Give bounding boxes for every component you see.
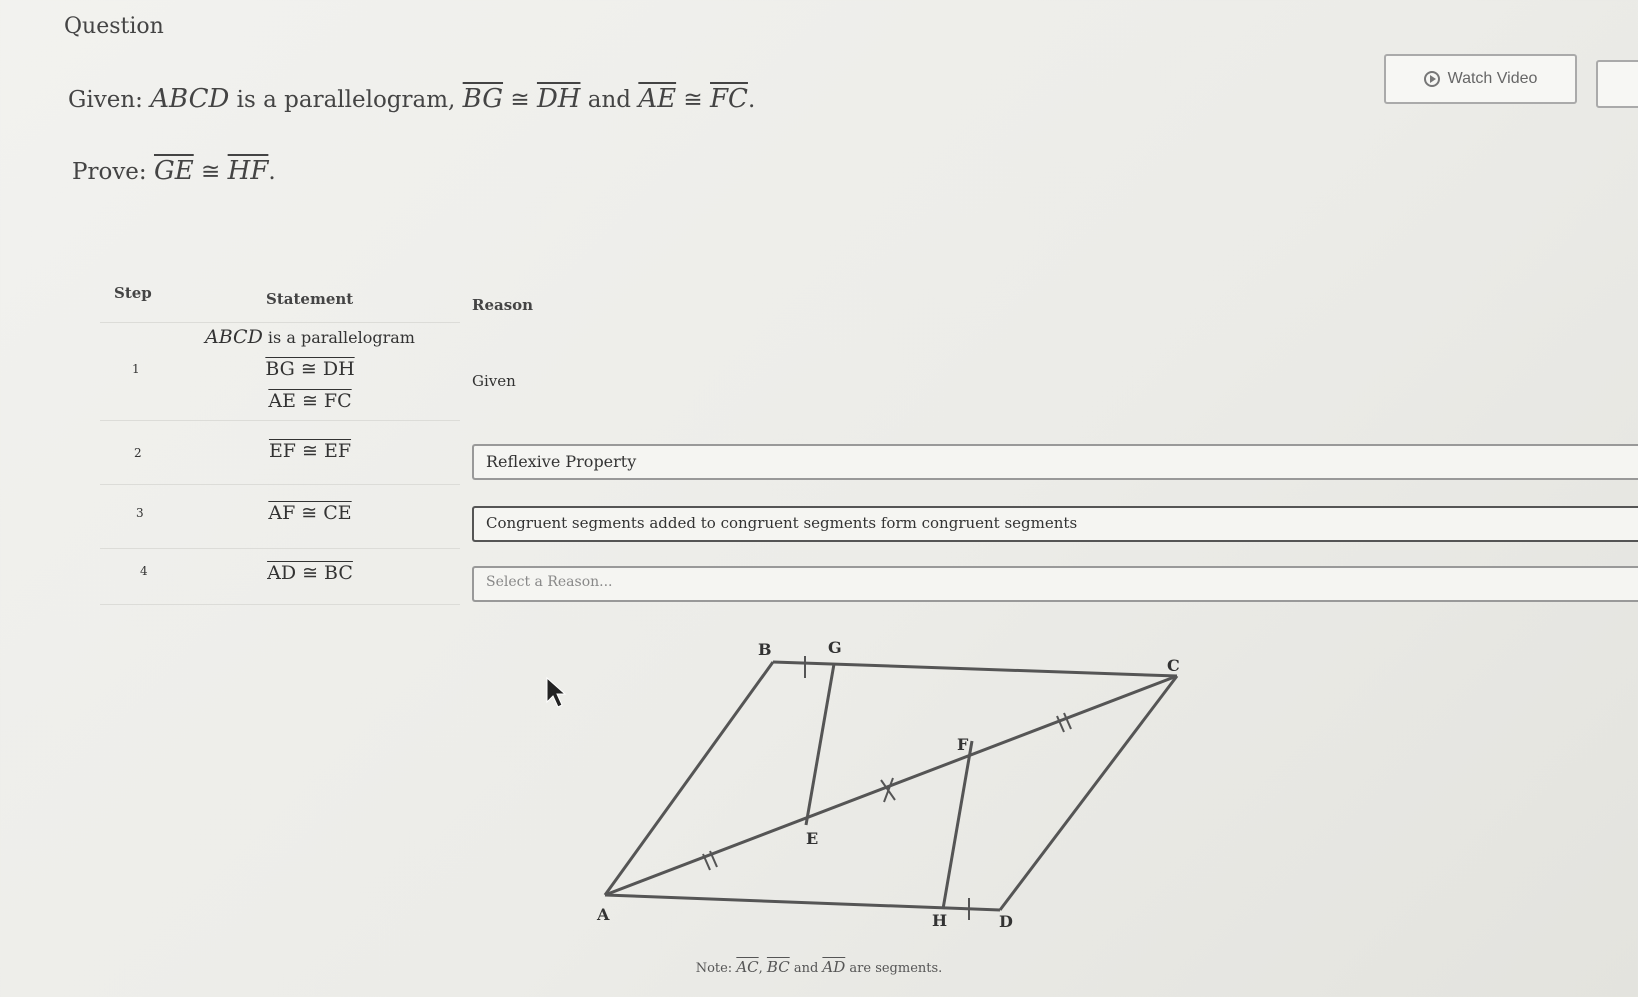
given-shape: ABCD xyxy=(150,84,230,114)
header-step: Step xyxy=(114,284,152,302)
given-mid: is a parallelogram, xyxy=(229,87,463,113)
row-divider xyxy=(100,548,460,549)
label-e: E xyxy=(806,829,818,848)
row-divider xyxy=(100,322,460,323)
label-c: C xyxy=(1167,656,1180,675)
statement-line: AD ≅ BC xyxy=(267,562,353,584)
label-a: A xyxy=(596,905,610,924)
segment-ad: AD xyxy=(822,958,846,976)
label-d: D xyxy=(999,912,1013,931)
segment-fc: FC xyxy=(710,84,748,114)
statement-line: EF ≅ EF xyxy=(268,440,352,462)
segment-dh: DH xyxy=(536,84,581,114)
label-h: H xyxy=(932,911,947,930)
reason-text: Given xyxy=(472,372,516,390)
side-ab xyxy=(603,661,775,896)
side-ad xyxy=(604,893,1001,912)
given-prefix: Given: xyxy=(68,87,151,113)
segment-bc: BC xyxy=(766,958,790,976)
reason-select[interactable]: Select a Reason... xyxy=(472,566,1638,602)
step-number: 2 xyxy=(134,446,142,460)
step-number: 4 xyxy=(140,564,148,578)
period: . xyxy=(747,87,756,113)
given-statement: Given: ABCD is a parallelogram, BG ≅ DH … xyxy=(68,84,755,114)
congruent-symbol: ≅ xyxy=(676,87,711,113)
secondary-button[interactable] xyxy=(1596,60,1638,108)
segment-ac: AC xyxy=(736,958,759,976)
row-divider xyxy=(100,604,460,605)
diagram-note: Note: AC, BC and AD are segments. xyxy=(0,958,1638,976)
segment-hf xyxy=(941,740,974,910)
header-statement: Statement xyxy=(266,290,354,308)
reason-select[interactable]: Reflexive Property xyxy=(472,444,1638,480)
header-reason: Reason xyxy=(472,296,534,314)
note-prefix: Note: xyxy=(695,961,737,976)
statement-line: AE ≅ FC xyxy=(268,390,352,412)
reason-select[interactable]: Congruent segments added to congruent se… xyxy=(472,506,1638,542)
statement-line: BG ≅ DH xyxy=(265,358,355,380)
parallelogram-diagram: A B C D E F G H xyxy=(596,638,1180,931)
label-f: F xyxy=(957,735,969,754)
segment-ge: GE xyxy=(153,156,194,186)
statement-line: AF ≅ CE xyxy=(268,502,352,524)
note-comma: , xyxy=(758,961,767,976)
row-divider xyxy=(100,484,460,485)
row-divider xyxy=(100,420,460,421)
congruent-symbol: ≅ xyxy=(193,159,228,185)
tick-ef-2 xyxy=(883,777,894,803)
prove-prefix: Prove: xyxy=(72,159,154,185)
segment-ae: AE xyxy=(638,84,677,114)
note-and: and xyxy=(789,961,823,976)
statement-line: ABCD is a parallelogram xyxy=(205,326,415,348)
and-text: and xyxy=(580,87,639,113)
step-number: 1 xyxy=(132,362,140,376)
watch-video-label: Watch Video xyxy=(1447,70,1538,87)
congruent-symbol: ≅ xyxy=(503,87,537,113)
period: . xyxy=(268,159,276,185)
label-g: G xyxy=(828,638,842,657)
watch-video-button[interactable]: Watch Video xyxy=(1384,54,1577,104)
question-title: Question xyxy=(64,14,164,39)
play-icon xyxy=(1423,71,1440,87)
segment-ge xyxy=(804,663,836,826)
label-b: B xyxy=(758,640,772,659)
step-number: 3 xyxy=(136,506,144,520)
prove-statement: Prove: GE ≅ HF. xyxy=(72,156,276,186)
segment-bg: BG xyxy=(462,84,504,114)
mouse-cursor-icon xyxy=(546,676,567,708)
segment-hf: HF xyxy=(227,156,269,186)
note-suffix: are segments. xyxy=(845,961,943,976)
